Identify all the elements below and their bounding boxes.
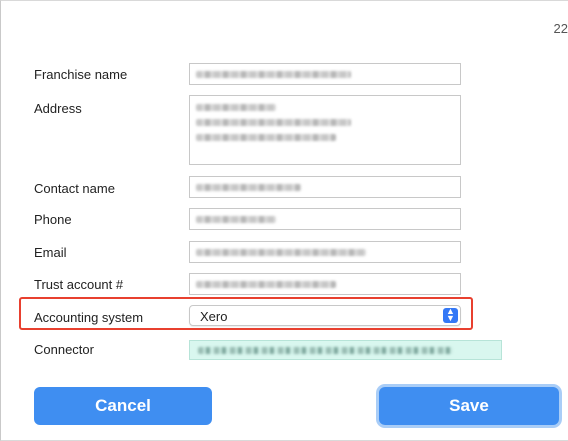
connector-label: Connector [34, 342, 94, 357]
contact-name-field[interactable] [189, 176, 461, 198]
phone-label: Phone [34, 212, 72, 227]
chevron-up-down-icon[interactable]: ▲ ▼ [443, 307, 458, 323]
phone-field[interactable] [189, 208, 461, 230]
franchise-form-panel: 22 Franchise name Address Contact name P… [0, 0, 568, 441]
redacted-text [196, 281, 336, 288]
redacted-text [196, 71, 351, 78]
trust-account-label: Trust account # [34, 277, 124, 292]
address-field[interactable] [189, 95, 461, 165]
redacted-text [196, 249, 366, 256]
franchise-name-label: Franchise name [34, 67, 128, 82]
redacted-text [198, 347, 453, 354]
email-label: Email [34, 245, 67, 260]
accounting-system-value: Xero [200, 309, 228, 324]
email-field[interactable] [189, 241, 461, 263]
trust-account-field[interactable] [189, 273, 461, 295]
address-label: Address [34, 101, 82, 116]
accounting-system-label: Accounting system [34, 310, 144, 325]
redacted-text [196, 184, 301, 191]
franchise-name-field[interactable] [189, 63, 461, 85]
accounting-system-select[interactable]: Xero ▲ ▼ [189, 305, 461, 326]
redacted-text [196, 216, 276, 223]
redacted-text [196, 119, 351, 126]
save-button[interactable]: Save [379, 387, 559, 425]
redacted-text [196, 104, 276, 111]
cancel-button[interactable]: Cancel [34, 387, 212, 425]
connector-field[interactable] [189, 340, 502, 360]
contact-name-label: Contact name [34, 181, 115, 196]
redacted-text [196, 134, 336, 141]
page-number: 22 [553, 21, 568, 36]
